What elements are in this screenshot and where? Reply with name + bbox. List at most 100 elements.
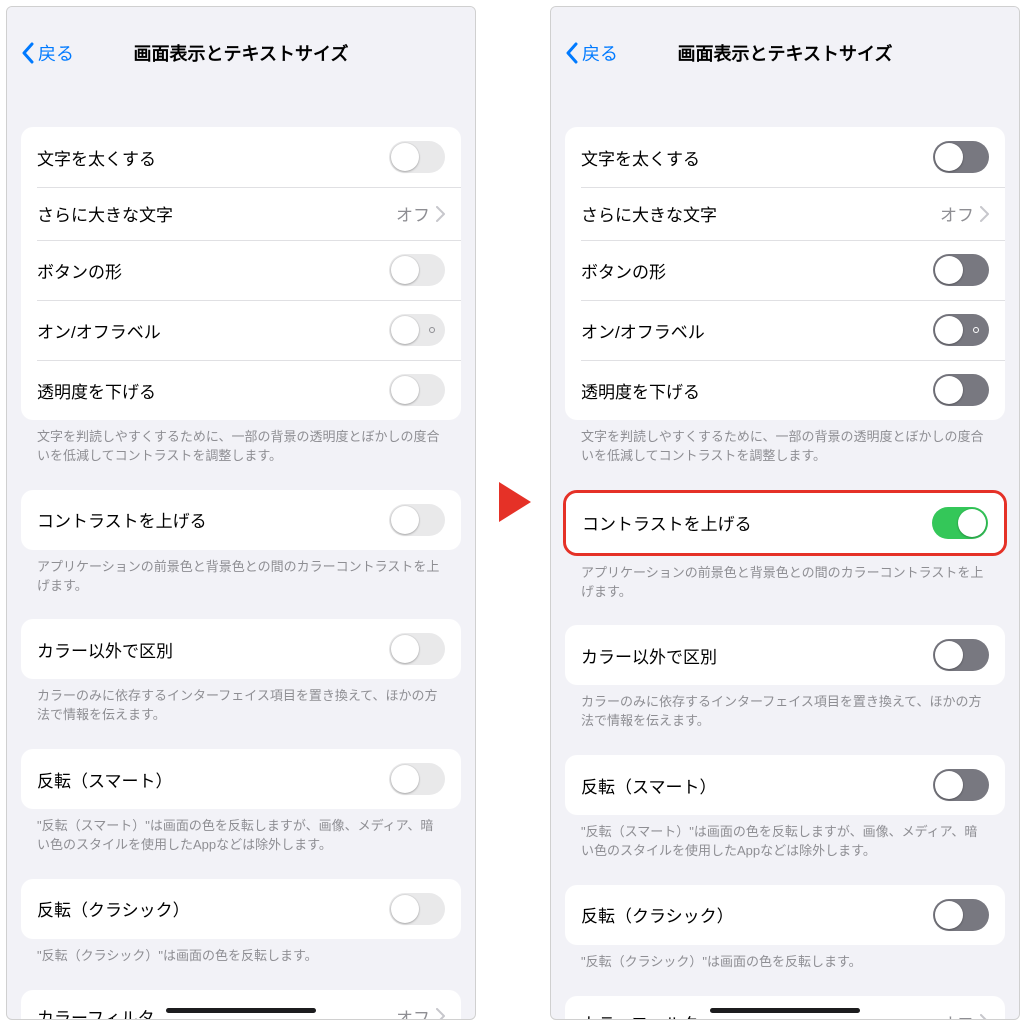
- chevron-right-icon: [436, 206, 445, 222]
- toggle-button-shapes[interactable]: [933, 254, 989, 286]
- footer-reduce-transparency: 文字を判読しやすくするために、一部の背景の透明度とぼかしの度合いを低減してコント…: [565, 420, 1005, 466]
- row-larger-text[interactable]: さらに大きな文字 オフ: [565, 187, 1005, 240]
- settings-content: 文字を太くする さらに大きな文字 オフ ボタンの形 オン/オフラベル: [551, 99, 1019, 1019]
- chevron-right-icon: [980, 1014, 989, 1019]
- row-label: カラーフィルタ: [581, 1010, 699, 1019]
- chevron-left-icon: [565, 42, 578, 64]
- row-button-shapes[interactable]: ボタンの形: [565, 240, 1005, 300]
- row-classic-invert[interactable]: 反転（クラシック）: [21, 879, 461, 939]
- footer-increase-contrast: アプリケーションの前景色と背景色との間のカラーコントラストを上げます。: [565, 556, 1005, 602]
- group-smart-invert: 反転（スマート）: [21, 749, 461, 809]
- footer-smart-invert: "反転（スマート）"は画面の色を反転しますが、画像、メディア、暗い色のスタイルを…: [21, 809, 461, 855]
- toggle-differentiate[interactable]: [933, 639, 989, 671]
- toggle-reduce-transparency[interactable]: [933, 374, 989, 406]
- row-label: 反転（クラシック）: [37, 896, 190, 921]
- footer-increase-contrast: アプリケーションの前景色と背景色との間のカラーコントラストを上げます。: [21, 550, 461, 596]
- row-reduce-transparency[interactable]: 透明度を下げる: [21, 360, 461, 420]
- row-button-shapes[interactable]: ボタンの形: [21, 240, 461, 300]
- row-bold-text[interactable]: 文字を太くする: [21, 127, 461, 187]
- toggle-smart-invert[interactable]: [933, 769, 989, 801]
- back-button[interactable]: 戻る: [565, 40, 618, 66]
- group-classic-invert: 反転（クラシック）: [565, 885, 1005, 945]
- toggle-reduce-transparency[interactable]: [389, 374, 445, 406]
- row-increase-contrast[interactable]: コントラストを上げる: [21, 490, 461, 550]
- toggle-bold-text[interactable]: [933, 141, 989, 173]
- group-text-display: 文字を太くする さらに大きな文字 オフ ボタンの形 オン/オフラベル: [21, 127, 461, 420]
- row-on-off-labels[interactable]: オン/オフラベル: [21, 300, 461, 360]
- footer-classic-invert: "反転（クラシック）"は画面の色を反転します。: [565, 945, 1005, 972]
- row-label: オン/オフラベル: [37, 318, 161, 343]
- settings-content: 文字を太くする さらに大きな文字 オフ ボタンの形 オン/オフラベル: [7, 99, 475, 1019]
- footer-classic-invert: "反転（クラシック）"は画面の色を反転します。: [21, 939, 461, 966]
- row-increase-contrast[interactable]: コントラストを上げる: [566, 493, 1004, 553]
- row-label: 反転（スマート）: [581, 773, 717, 798]
- group-differentiate: カラー以外で区別: [21, 619, 461, 679]
- toggle-button-shapes[interactable]: [389, 254, 445, 286]
- home-indicator[interactable]: [710, 1008, 860, 1013]
- group-differentiate: カラー以外で区別: [565, 625, 1005, 685]
- row-label: 反転（スマート）: [37, 767, 173, 792]
- value-text: オフ: [940, 201, 974, 226]
- highlight-box: コントラストを上げる: [563, 490, 1007, 556]
- toggle-increase-contrast[interactable]: [932, 507, 988, 539]
- page-title: 画面表示とテキストサイズ: [134, 40, 349, 66]
- toggle-differentiate[interactable]: [389, 633, 445, 665]
- navbar: 戻る 画面表示とテキストサイズ: [551, 7, 1019, 99]
- chevron-left-icon: [21, 42, 34, 64]
- toggle-on-off-labels[interactable]: [933, 314, 989, 346]
- value-text: オフ: [940, 1010, 974, 1019]
- back-label: 戻る: [582, 40, 618, 66]
- row-color-filters[interactable]: カラーフィルタ オフ: [21, 990, 461, 1019]
- row-label: ボタンの形: [37, 258, 122, 283]
- page-title: 画面表示とテキストサイズ: [678, 40, 893, 66]
- group-classic-invert: 反転（クラシック）: [21, 879, 461, 939]
- row-label: 文字を太くする: [581, 145, 700, 170]
- toggle-increase-contrast[interactable]: [389, 504, 445, 536]
- toggle-classic-invert[interactable]: [933, 899, 989, 931]
- row-bold-text[interactable]: 文字を太くする: [565, 127, 1005, 187]
- footer-differentiate: カラーのみに依存するインターフェイス項目を置き換えて、ほかの方法で情報を伝えます…: [565, 685, 1005, 731]
- row-smart-invert[interactable]: 反転（スマート）: [21, 749, 461, 809]
- row-reduce-transparency[interactable]: 透明度を下げる: [565, 360, 1005, 420]
- row-on-off-labels[interactable]: オン/オフラベル: [565, 300, 1005, 360]
- row-label: 文字を太くする: [37, 145, 156, 170]
- value-text: オフ: [396, 1004, 430, 1019]
- row-label: コントラストを上げる: [582, 510, 752, 535]
- navbar: 戻る 画面表示とテキストサイズ: [7, 7, 475, 99]
- footer-smart-invert: "反転（スマート）"は画面の色を反転しますが、画像、メディア、暗い色のスタイルを…: [565, 815, 1005, 861]
- chevron-right-icon: [436, 1008, 445, 1019]
- footer-reduce-transparency: 文字を判読しやすくするために、一部の背景の透明度とぼかしの度合いを低減してコント…: [21, 420, 461, 466]
- phone-before: 戻る 画面表示とテキストサイズ 文字を太くする さらに大きな文字 オフ: [6, 6, 476, 1020]
- toggle-classic-invert[interactable]: [389, 893, 445, 925]
- row-label: カラーフィルタ: [37, 1004, 155, 1019]
- row-label: 透明度を下げる: [37, 378, 156, 403]
- row-classic-invert[interactable]: 反転（クラシック）: [565, 885, 1005, 945]
- row-differentiate[interactable]: カラー以外で区別: [21, 619, 461, 679]
- back-label: 戻る: [38, 40, 74, 66]
- value-text: オフ: [396, 201, 430, 226]
- row-label: カラー以外で区別: [581, 643, 717, 668]
- row-label: さらに大きな文字: [581, 201, 717, 226]
- phone-after: 戻る 画面表示とテキストサイズ 文字を太くする さらに大きな文字 オフ: [550, 6, 1020, 1020]
- back-button[interactable]: 戻る: [21, 40, 74, 66]
- toggle-smart-invert[interactable]: [389, 763, 445, 795]
- footer-differentiate: カラーのみに依存するインターフェイス項目を置き換えて、ほかの方法で情報を伝えます…: [21, 679, 461, 725]
- arrow-icon: [497, 480, 533, 529]
- row-label: コントラストを上げる: [37, 507, 207, 532]
- row-smart-invert[interactable]: 反転（スマート）: [565, 755, 1005, 815]
- row-label: ボタンの形: [581, 258, 666, 283]
- row-label: 透明度を下げる: [581, 378, 700, 403]
- toggle-on-off-labels[interactable]: [389, 314, 445, 346]
- home-indicator[interactable]: [166, 1008, 316, 1013]
- row-label: カラー以外で区別: [37, 637, 173, 662]
- row-label: 反転（クラシック）: [581, 902, 734, 927]
- group-increase-contrast: コントラストを上げる: [21, 490, 461, 550]
- row-larger-text[interactable]: さらに大きな文字 オフ: [21, 187, 461, 240]
- group-text-display: 文字を太くする さらに大きな文字 オフ ボタンの形 オン/オフラベル: [565, 127, 1005, 420]
- row-label: オン/オフラベル: [581, 318, 705, 343]
- toggle-bold-text[interactable]: [389, 141, 445, 173]
- group-color-filters: カラーフィルタ オフ: [21, 990, 461, 1019]
- group-increase-contrast: コントラストを上げる: [566, 493, 1004, 553]
- row-differentiate[interactable]: カラー以外で区別: [565, 625, 1005, 685]
- row-label: さらに大きな文字: [37, 201, 173, 226]
